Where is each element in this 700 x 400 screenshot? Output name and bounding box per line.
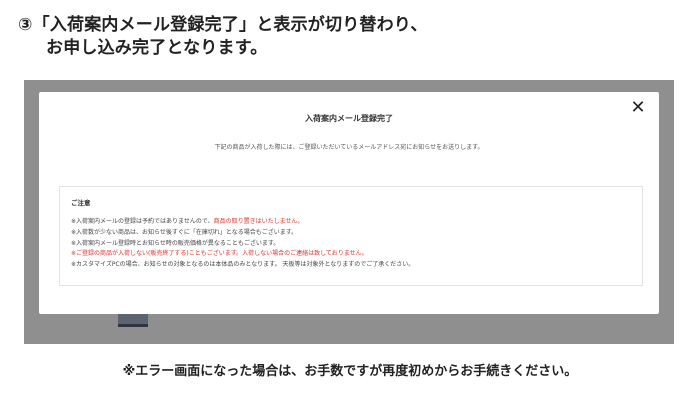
modal-title: 入荷案内メール登録完了	[305, 114, 393, 123]
instruction-line-1: ③「入荷案内メール登録完了」と表示が切り替わり、	[18, 15, 428, 35]
screenshot-frame: ✕ 入荷案内メール登録完了 下記の商品が入荷した際には、ご登録いただいているメー…	[24, 80, 674, 344]
instruction-heading: ③「入荷案内メール登録完了」と表示が切り替わり、 お申し込み完了となります。	[18, 14, 678, 60]
notice-item-highlight: 入荷しない(販売終了する)こともございます。入荷しない場合のご連絡は致しておりま…	[118, 250, 368, 258]
notice-item: ※入荷数が少ない商品は、お知らせ後すぐに「在庫切れ」となる場合もございます。	[71, 228, 414, 239]
notice-title: ご注意	[71, 199, 91, 207]
notice-item: ※カスタマイズPCの場合、お知らせの対象となるのは本体品のみとなります。 天板等…	[71, 260, 414, 271]
notice-item: ※ご登録の商品が入荷しない(販売終了する)こともございます。入荷しない場合のご連…	[71, 249, 414, 260]
notice-item-text: ※入荷案内メール登録時とお知らせ時の販売価格が異なることもございます。	[71, 239, 280, 247]
notice-item-highlight: 商品の取り置きはいたしません。	[213, 218, 304, 225]
notice-item: ※入荷案内メールの登録は予約ではありませんので、商品の取り置きはいたしません。	[71, 217, 414, 228]
notice-item-text: ※ご登録の商品が	[71, 250, 119, 258]
notice-item-text: ※入荷数が少ない商品は、お知らせ後すぐに「在庫切れ」となる場合もございます。	[71, 228, 298, 236]
modal-message: 下記の商品が入荷した際には、ご登録いただいているメールアドレス宛にお知らせをお送…	[214, 144, 484, 151]
notice-item-text: ※カスタマイズPCの場合、お知らせの対象となるのは本体品のみとなります。 天板等…	[71, 261, 415, 269]
notice-list: ※入荷案内メールの登録は予約ではありませんので、商品の取り置きはいたしません。 …	[71, 217, 414, 271]
notice-box: ご注意 ※入荷案内メールの登録は予約ではありませんので、商品の取り置きはいたしま…	[59, 186, 643, 286]
footer-note: ※エラー画面になった場合は、お手数ですが再度初めからお手続きください。	[122, 364, 578, 379]
instruction-line-2: お申し込み完了となります。	[46, 38, 268, 58]
notice-item-text: ※入荷案内メールの登録は予約ではありませんので、	[71, 218, 214, 225]
notice-item: ※入荷案内メール登録時とお知らせ時の販売価格が異なることもございます。	[71, 239, 414, 250]
registration-complete-modal: ✕ 入荷案内メール登録完了 下記の商品が入荷した際には、ご登録いただいているメー…	[39, 92, 659, 314]
